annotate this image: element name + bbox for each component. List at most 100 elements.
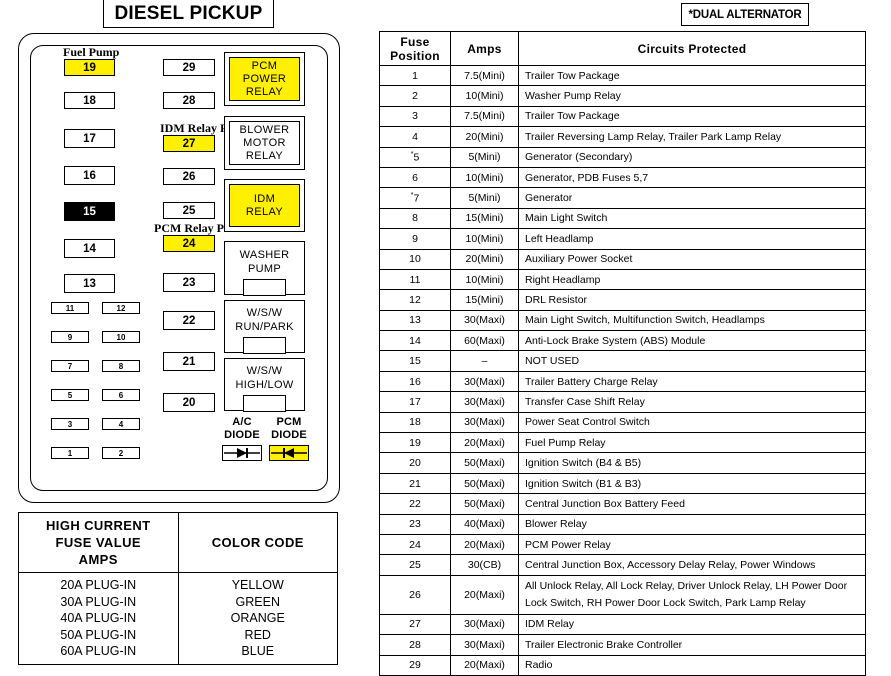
mini-fuse-11[interactable]: 11	[51, 302, 89, 314]
cell-fuse-position: *5	[379, 146, 451, 168]
legend-header-color-code: COLOR CODE	[177, 512, 338, 573]
relay-washer-pump[interactable]: WASHER PUMP	[224, 241, 305, 296]
cell-amps: 5(Mini)	[450, 187, 519, 209]
relay-line: PUMP	[248, 263, 281, 275]
fuse-table-body: 1 7.5(Mini) Trailer Tow Package 2 10(Mini) Wa…	[379, 64, 866, 676]
fuse-slot-21[interactable]: 21	[163, 352, 215, 371]
ac-diode[interactable]	[222, 445, 262, 461]
fuse-table-row: 11 10(Mini) Right Headlamp	[379, 268, 866, 291]
fuse-table-row: 29 20(Maxi) Radio	[379, 654, 866, 676]
fuse-slot-13[interactable]: 13	[64, 274, 115, 293]
cell-amps: 20(Maxi)	[450, 432, 519, 454]
cell-circuits-protected: PCM Power Relay	[518, 533, 866, 556]
mini-fuse-4[interactable]: 4	[102, 418, 140, 430]
legend-value: 30A PLUG-IN	[60, 594, 137, 609]
fuse-table-row: 10 20(Mini) Auxiliary Power Socket	[379, 248, 866, 270]
mini-fuse-10[interactable]: 10	[102, 331, 140, 343]
cell-fuse-position: 8	[379, 207, 451, 230]
cell-amps: 5(Mini)	[450, 146, 519, 168]
fuse-table-row: *7 5(Mini) Generator	[379, 187, 866, 209]
fuse-slot-18[interactable]: 18	[64, 92, 115, 109]
relay-wsw-high-low[interactable]: W/S/W HIGH/LOW	[224, 358, 305, 412]
cell-fuse-position: 3	[379, 105, 451, 128]
legend-header-line1: HIGH CURRENT	[46, 518, 151, 533]
fuse-table-row: 9 10(Mini) Left Headlamp	[379, 228, 866, 250]
fuse-slot-23[interactable]: 23	[163, 273, 215, 292]
fuse-slot-16[interactable]: 16	[64, 166, 115, 185]
fuse-slot-22[interactable]: 22	[163, 311, 215, 330]
legend-colors-cell: YELLOW GREEN ORANGE RED BLUE	[177, 572, 338, 665]
legend-header-line3: AMPS	[78, 552, 118, 567]
fuse-slot-17[interactable]: 17	[64, 129, 115, 148]
mini-fuse-7[interactable]: 7	[51, 360, 89, 372]
fuse-table-row: 17 30(Maxi) Transfer Case Shift Relay	[379, 391, 866, 413]
mini-fuse-12[interactable]: 12	[102, 302, 140, 314]
mini-fuse-5[interactable]: 5	[51, 389, 89, 401]
relay-wsw-run-park-body: W/S/W RUN/PARK	[225, 301, 304, 354]
mini-fuse-9[interactable]: 9	[51, 331, 89, 343]
column-header-position: Position	[390, 48, 440, 63]
pcm-diode[interactable]	[269, 445, 309, 461]
cell-amps: 30(Maxi)	[450, 634, 519, 656]
fuse-table-row: 23 40(Maxi) Blower Relay	[379, 513, 866, 535]
relay-line: RELAY	[245, 149, 284, 162]
cell-amps: 20(Maxi)	[450, 574, 519, 615]
fuse-slot-27[interactable]: 27	[163, 135, 215, 152]
relay-idm-relay[interactable]: IDM RELAY	[224, 179, 305, 232]
fuse-table-row: 4 20(Mini) Trailer Reversing Lamp Relay, T…	[379, 126, 866, 148]
cell-amps: 20(Maxi)	[450, 533, 519, 556]
relay-washer-pump-slot[interactable]	[242, 279, 287, 296]
cell-circuits-protected: Trailer Tow Package	[518, 105, 866, 128]
cell-amps: 50(Maxi)	[450, 493, 519, 515]
fuse-slot-25[interactable]: 25	[163, 202, 215, 219]
legend-header-row: HIGH CURRENT FUSE VALUE AMPS COLOR CODE	[18, 512, 338, 573]
relay-line: MOTOR	[243, 136, 286, 149]
relay-wsw-high-low-slot[interactable]	[242, 395, 287, 412]
legend-color: YELLOW	[231, 578, 284, 592]
fuse-slot-14[interactable]: 14	[64, 239, 115, 258]
relay-wsw-run-park-slot[interactable]	[242, 337, 287, 354]
dual-alternator-note: *DUAL ALTERNATOR	[681, 3, 809, 26]
fuse-slot-26[interactable]: 26	[163, 168, 215, 185]
cell-fuse-position: 2	[379, 85, 451, 107]
fuse-table-row: 15– NOT USED	[379, 350, 866, 372]
relay-pcm-power-relay[interactable]: PCM POWER RELAY	[224, 52, 305, 106]
cell-amps: 30(Maxi)	[450, 411, 519, 434]
relay-line: WASHER	[239, 249, 290, 261]
cell-fuse-position: 17	[379, 391, 451, 413]
legend-color: ORANGE	[230, 611, 285, 625]
relay-line: RELAY	[245, 205, 284, 218]
cell-amps: 30(CB)	[450, 554, 519, 576]
cell-circuits-protected: Power Seat Control Switch	[518, 411, 866, 434]
relay-wsw-run-park[interactable]: W/S/W RUN/PARK	[224, 300, 305, 354]
fuse-table-row: 26 20(Maxi) All Unlock Relay, All Lock Rel…	[379, 574, 866, 615]
cell-amps: 10(Mini)	[450, 268, 519, 291]
cell-amps: 30(Maxi)	[450, 309, 519, 332]
relay-washer-pump-body: WASHER PUMP	[225, 242, 304, 296]
cell-circuits-protected: Generator, PDB Fuses 5,7	[518, 166, 866, 189]
mini-fuse-1[interactable]: 1	[51, 447, 89, 459]
fuse-slot-15[interactable]: 15	[64, 202, 115, 221]
cell-circuits-protected: Auxiliary Power Socket	[518, 248, 866, 270]
fuse-slot-20[interactable]: 20	[163, 393, 215, 412]
fuse-slot-28[interactable]: 28	[163, 92, 215, 109]
cell-fuse-position: 4	[379, 126, 451, 148]
fuse-slot-19[interactable]: 19	[64, 59, 115, 76]
fuse-table-row: 24 20(Maxi) PCM Power Relay	[379, 533, 866, 556]
mini-fuse-8[interactable]: 8	[102, 360, 140, 372]
mini-fuse-3[interactable]: 3	[51, 418, 89, 430]
cell-fuse-position: 13	[379, 309, 451, 332]
cell-amps: 15(Mini)	[450, 289, 519, 311]
cell-fuse-position: 27	[379, 613, 451, 636]
relay-line: BLOWER	[239, 123, 290, 136]
cell-circuits-protected: Blower Relay	[518, 513, 866, 535]
legend-value: 50A PLUG-IN	[60, 627, 137, 642]
mini-fuse-6[interactable]: 6	[102, 389, 140, 401]
fuse-slot-29[interactable]: 29	[163, 59, 215, 76]
mini-fuse-2[interactable]: 2	[102, 447, 140, 459]
cell-amps: 60(Maxi)	[450, 330, 519, 352]
cell-fuse-position: 25	[379, 554, 451, 576]
fuse-slot-24[interactable]: 24	[163, 235, 215, 252]
legend-color: BLUE	[241, 644, 275, 658]
relay-blower-motor-relay[interactable]: BLOWER MOTOR RELAY	[224, 116, 305, 170]
